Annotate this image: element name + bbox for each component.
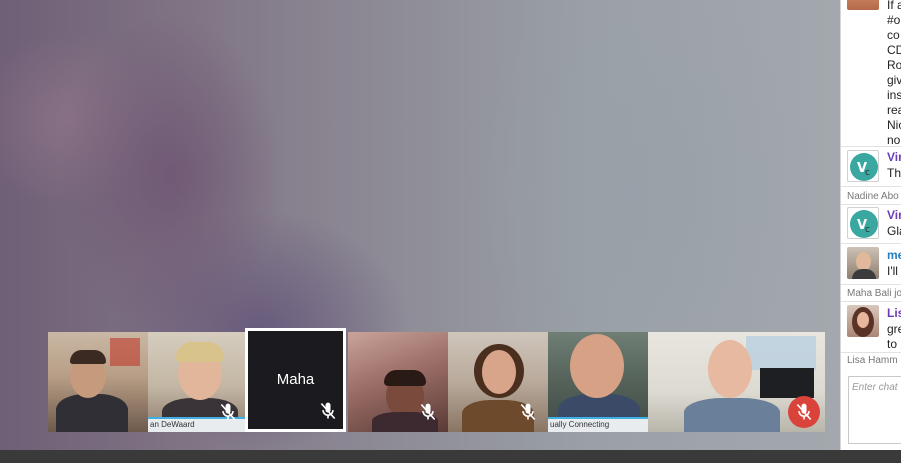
participant-tile[interactable] [348, 332, 448, 432]
chat-message-text: I'll [887, 264, 898, 278]
chat-input[interactable] [849, 378, 901, 397]
wall-map [746, 336, 816, 370]
chat-message-line: giv [887, 73, 901, 87]
participant-figure [684, 398, 780, 432]
microphone-off-icon [218, 402, 238, 422]
chat-divider [841, 301, 901, 302]
chat-divider [841, 186, 901, 187]
chat-message-line: CD [887, 43, 901, 57]
participant-figure [708, 340, 752, 398]
participant-tile[interactable] [648, 332, 825, 432]
participant-tile[interactable] [448, 332, 548, 432]
avatar [847, 247, 879, 279]
participant-figure [56, 394, 128, 432]
microphone-off-icon [518, 402, 538, 422]
svg-text:c: c [865, 225, 870, 235]
participant-tile-selected[interactable]: Maha [245, 328, 346, 432]
chat-sender-name[interactable]: Vir [887, 208, 901, 222]
chat-message-line: rea [887, 103, 901, 117]
bottom-bar [0, 450, 901, 463]
hangout-window: an DeWaard Maha ually Connecting If #o c… [0, 0, 901, 463]
microphone-off-icon [318, 401, 338, 421]
system-message: Lisa Hamm [847, 355, 898, 366]
participant-figure [482, 350, 516, 394]
chat-message-line: co [887, 28, 900, 42]
chat-message-line: ins [887, 88, 901, 102]
virtually-connecting-logo-avatar: Vc [847, 150, 879, 182]
chat-message-text: Gla [887, 224, 901, 238]
background-object [110, 338, 140, 366]
participant-figure [384, 370, 426, 386]
computer-monitor [760, 368, 814, 398]
participant-caption: ually Connecting [548, 417, 648, 432]
chat-message-text: gre [887, 322, 901, 336]
microphone-off-icon [418, 402, 438, 422]
chat-message-text: Th [887, 166, 901, 180]
chat-sender-name[interactable]: Lis [887, 306, 901, 320]
chat-message-line: If a [887, 0, 901, 12]
avatar [847, 305, 879, 337]
chat-sender-name[interactable]: Vir [887, 150, 901, 164]
chat-sidebar: If a #o co CD Ro giv ins rea Nic no Vc V… [840, 0, 901, 450]
chat-divider [841, 284, 901, 285]
chat-divider [841, 352, 901, 353]
system-message: Maha Bali jo [847, 288, 901, 299]
svg-text:c: c [865, 168, 870, 178]
chat-message-text: If a #o co CD Ro giv ins rea Nic no [887, 0, 901, 148]
chat-message-line: Ro [887, 58, 901, 72]
participant-tile[interactable]: ually Connecting [548, 332, 648, 432]
participant-name: Maha [276, 371, 315, 388]
participant-figure [176, 342, 224, 362]
chat-divider [841, 243, 901, 244]
participant-figure [570, 334, 624, 398]
participant-filmstrip: an DeWaard Maha ually Connecting [48, 328, 825, 432]
participant-tile[interactable]: an DeWaard [148, 332, 248, 432]
microphone-off-icon[interactable] [788, 396, 820, 428]
participant-tile[interactable] [48, 332, 148, 432]
chat-message-line: Nic [887, 118, 901, 132]
chat-message-line: #o [887, 13, 901, 27]
chat-input-box[interactable] [848, 376, 901, 444]
avatar [847, 0, 879, 10]
chat-sender-name[interactable]: me [887, 248, 901, 262]
chat-message-text: to [887, 337, 898, 351]
system-message: Nadine Abo [847, 191, 899, 202]
virtually-connecting-logo-avatar: Vc [847, 207, 879, 239]
chat-divider [841, 204, 901, 205]
participant-figure [70, 350, 106, 364]
chat-divider [841, 146, 901, 147]
